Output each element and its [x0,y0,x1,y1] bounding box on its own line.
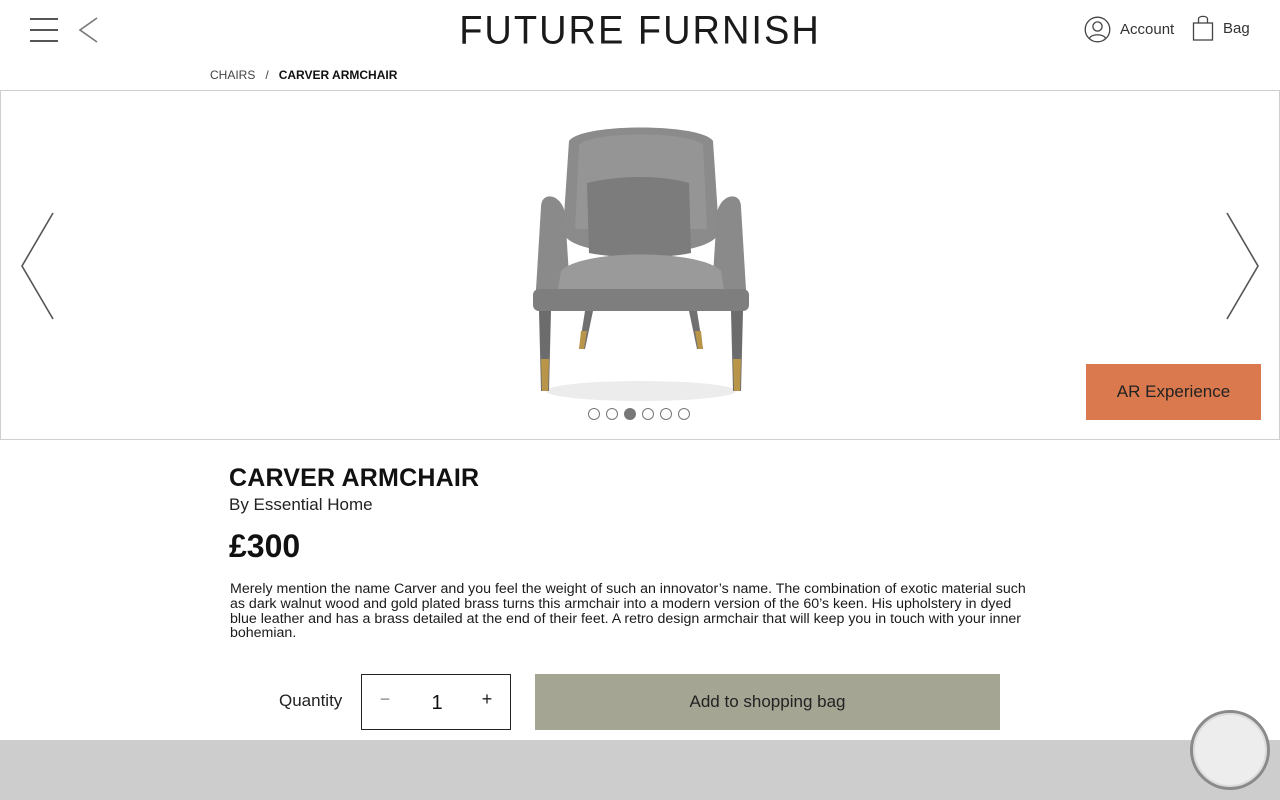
bag-label: Bag [1223,19,1250,37]
product-description: Merely mention the name Carver and you f… [230,581,1026,642]
quantity-stepper: − + [361,674,511,730]
ar-experience-button[interactable]: AR Experience [1086,364,1261,420]
decrease-quantity-button[interactable]: − [374,689,396,715]
site-header: FUTURE FURNISH Account Bag [0,0,1280,60]
breadcrumb-separator: / [265,68,269,82]
next-image-chevron-right-icon[interactable] [1221,211,1261,321]
product-price: £300 [229,528,301,564]
quantity-label: Quantity [279,691,343,710]
product-title: CARVER ARMCHAIR [229,464,480,492]
pagination-dot[interactable] [588,408,600,420]
user-icon [1084,16,1111,42]
chat-icon[interactable] [1190,710,1270,790]
shopping-bag-icon [1192,15,1214,41]
prev-image-chevron-left-icon[interactable] [19,211,59,321]
brand-text: FUTURE FURNISH [459,8,821,54]
breadcrumb-current: CARVER ARMCHAIR [278,68,398,82]
quantity-input[interactable] [417,689,457,717]
product-gallery: AR Experience [0,90,1280,440]
account-link[interactable]: Account [1084,14,1174,44]
breadcrumb-chairs-link[interactable]: CHAIRS [210,68,255,82]
bag-link[interactable]: Bag [1192,12,1250,44]
account-label: Account [1120,20,1175,38]
armchair-product-image [533,127,749,401]
add-to-bag-button[interactable]: Add to shopping bag [535,674,1000,730]
pagination-dot[interactable] [606,408,618,420]
pagination-dot[interactable] [624,408,636,420]
pagination-dot[interactable] [660,408,672,420]
product-brand: By Essential Home [229,495,373,514]
breadcrumb: CHAIRS / CARVER ARMCHAIR [210,68,397,82]
footer-bar [0,740,1280,800]
increase-quantity-button[interactable]: + [476,689,498,715]
image-pagination-dots [588,408,690,420]
pagination-dot[interactable] [642,408,654,420]
pagination-dot[interactable] [678,408,690,420]
